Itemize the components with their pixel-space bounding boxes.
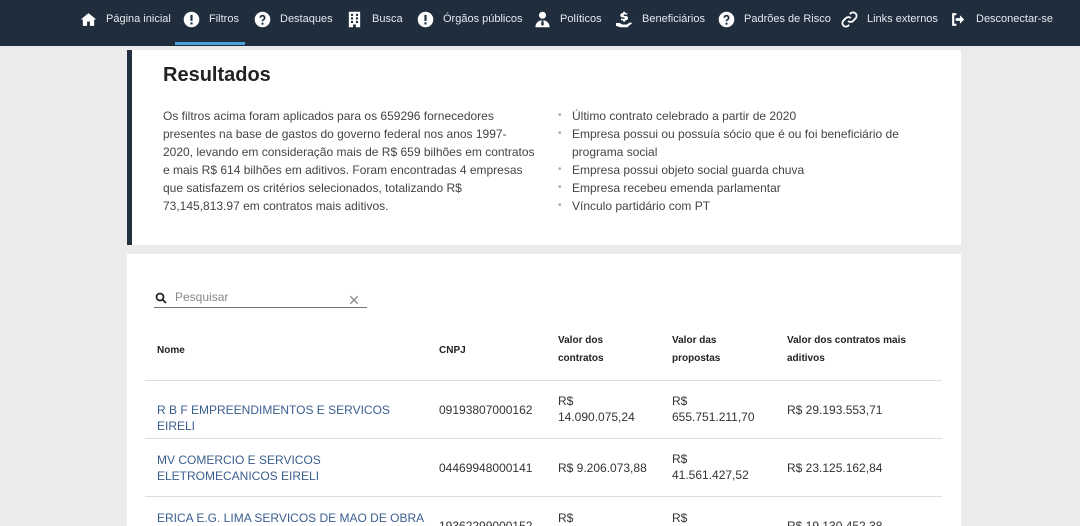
nav-item-beneficiarios[interactable]: Beneficiários: [615, 0, 705, 38]
filter-item: Empresa possui ou possuía sócio que é ou…: [558, 125, 938, 161]
proposals-value-cell: R$ 655.751.211,70: [672, 394, 755, 424]
nav-label: Padrões de Risco: [744, 13, 831, 25]
nav-item-orgaos-publicos[interactable]: Órgãos públicos: [416, 0, 523, 38]
results-card: Resultados Os filtros acima foram aplica…: [127, 50, 961, 245]
nav-label: Página inicial: [106, 13, 171, 25]
filter-item: Vínculo partidário com PT: [558, 197, 938, 215]
nav-label: Beneficiários: [642, 13, 705, 25]
total-value-cell: R$ 23.125.162,84: [787, 461, 883, 475]
proposals-value-cell: R$: [672, 511, 688, 525]
help-circle-icon: [717, 10, 735, 28]
nav-label: Desconectar-se: [976, 13, 1054, 25]
companies-table-card: Nome CNPJ Valor dos contratos Valor das …: [127, 254, 961, 526]
filter-item: Empresa possui objeto social guarda chuv…: [558, 161, 938, 179]
nav-item-desconectar-se[interactable]: Desconectar-se: [949, 0, 1053, 38]
top-navigation-bar: Página inicial Filtros Destaques Busca Ó…: [0, 0, 1080, 46]
nav-item-padroes-de-risco[interactable]: Padrões de Risco: [717, 0, 831, 38]
header-divider: [145, 380, 942, 381]
proposals-value-cell: R$ 41.561.427,52: [672, 452, 749, 482]
cnpj-cell: 04469948000141: [439, 461, 533, 475]
total-value-cell: R$ 29.193.553,71: [787, 403, 883, 417]
nav-label: Políticos: [560, 13, 602, 25]
search-icon: [155, 291, 167, 304]
nav-item-busca[interactable]: Busca: [345, 0, 403, 38]
filter-item: Empresa recebeu emenda parlamentar: [558, 179, 938, 197]
nav-label: Busca: [372, 13, 403, 25]
search-box: [154, 286, 367, 308]
link-icon: [840, 10, 858, 28]
nav-label: Destaques: [280, 13, 333, 25]
column-header-name[interactable]: Nome: [157, 342, 185, 360]
nav-item-destaques[interactable]: Destaques: [253, 0, 333, 38]
nav-item-politicos[interactable]: Políticos: [533, 0, 602, 38]
column-header-cnpj[interactable]: CNPJ: [439, 342, 466, 360]
alert-circle-icon: [182, 10, 200, 28]
column-header-contracts[interactable]: Valor dos contratos: [558, 332, 630, 368]
results-description: Os filtros acima foram aplicados para os…: [163, 109, 535, 213]
alert-circle-icon: [416, 10, 434, 28]
applied-filters-list: Último contrato celebrado a partir de 20…: [558, 107, 938, 215]
company-name-link[interactable]: R B F EMPREENDIMENTOS E SERVICOS EIRELI: [157, 402, 427, 434]
company-name-link[interactable]: MV COMERCIO E SERVICOS ELETROMECANICOS E…: [157, 452, 367, 484]
row-divider: [145, 496, 942, 497]
building-icon: [345, 10, 363, 28]
results-title: Resultados: [163, 64, 271, 86]
company-name-link[interactable]: ERICA E.G. LIMA SERVICOS DE MAO DE OBRA: [157, 510, 427, 526]
nav-item-links-externos[interactable]: Links externos: [840, 0, 938, 38]
column-header-proposals[interactable]: Valor das propostas: [672, 332, 744, 368]
contracts-value-cell: R$ 9.206.073,88: [558, 461, 647, 475]
nav-label: Filtros: [209, 13, 239, 25]
filter-item: Último contrato celebrado a partir de 20…: [558, 107, 938, 125]
row-divider: [145, 438, 942, 439]
sign-out-icon: [949, 10, 967, 28]
help-circle-icon: [253, 10, 271, 28]
nav-item-filtros[interactable]: Filtros: [182, 0, 239, 38]
hand-money-icon: [615, 10, 633, 28]
search-input[interactable]: [175, 289, 335, 304]
close-icon[interactable]: [349, 292, 359, 304]
total-value-cell: R$ 19.130.452,38: [787, 519, 883, 526]
cnpj-cell: 19362299000152: [439, 519, 533, 526]
active-tab-indicator: [175, 42, 245, 45]
cnpj-cell: 09193807000162: [439, 403, 533, 417]
nav-label: Órgãos públicos: [443, 13, 523, 25]
home-icon: [79, 10, 97, 28]
nav-label: Links externos: [867, 13, 938, 25]
user-tie-icon: [533, 10, 551, 28]
nav-item-pagina-inicial[interactable]: Página inicial: [79, 0, 171, 38]
contracts-value-cell: R$: [558, 511, 574, 525]
contracts-value-cell: R$ 14.090.075,24: [558, 394, 635, 424]
column-header-total[interactable]: Valor dos contratos mais aditivos: [787, 332, 937, 368]
